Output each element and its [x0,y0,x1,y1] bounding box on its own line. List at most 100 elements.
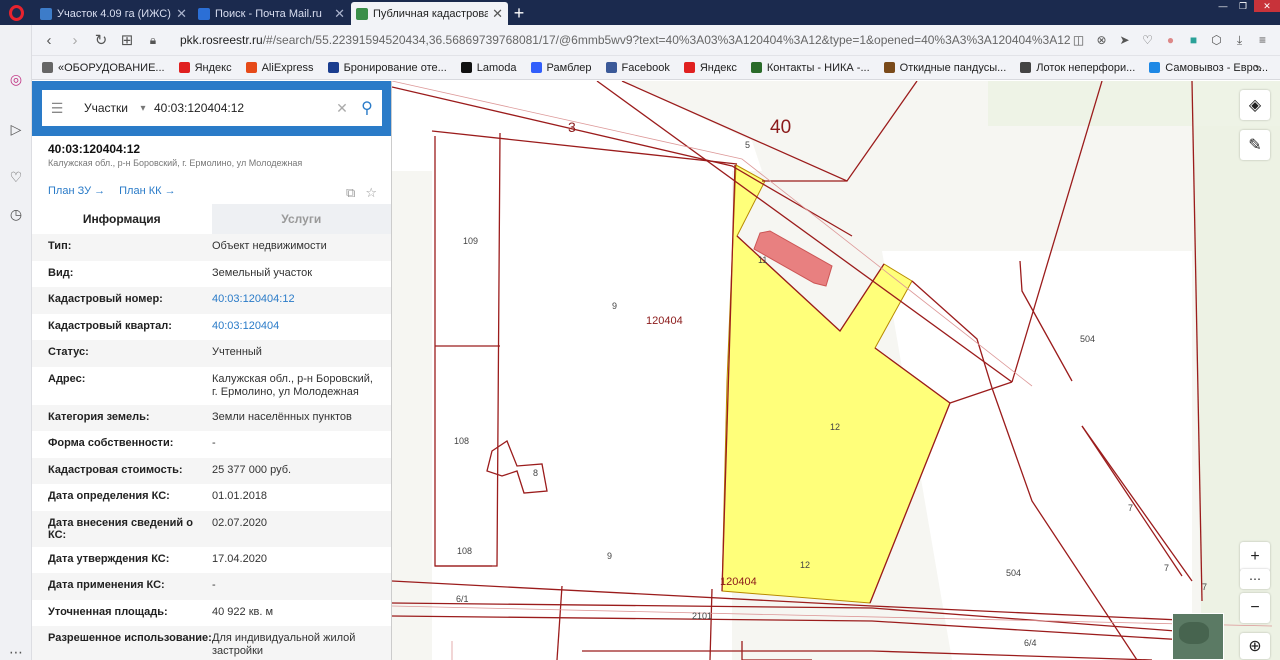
compass-icon[interactable]: ⊕ [1240,633,1270,659]
opera-logo-icon[interactable] [0,0,32,25]
bookmarks-bar: «ОБОРУДОВАНИЕ... Яндекс AliExpress Брониров… [32,56,1280,80]
forward-icon[interactable]: › [62,32,88,49]
download-icon[interactable]: ⤓ [1232,33,1247,48]
tab-information[interactable]: Информация [32,204,212,234]
search-type-select[interactable]: Участки [72,101,132,115]
send-icon[interactable]: ▷ [7,120,25,138]
attribute-row: Дата внесения сведений о КС: 02.07.2020 [32,510,391,547]
map-label: 40 [770,117,791,138]
map-label: 7 [1128,503,1133,513]
bookmark-item[interactable]: Контакты - НИКА -... [750,62,870,74]
settings-sliders-icon[interactable]: ≡ [1255,33,1270,48]
bookmark-item[interactable]: Facebook [605,62,670,74]
block-icon[interactable]: ⊗ [1094,33,1109,48]
url-field[interactable]: pkk.rosreestr.ru/#/search/55.22391594520… [180,33,1071,47]
reload-icon[interactable]: ↻ [88,31,114,49]
menu-icon[interactable]: ☰ [42,100,72,117]
object-address: Калужская обл., р-н Боровский, г. Ермоли… [48,158,303,168]
heart-icon[interactable]: ♡ [7,168,25,186]
attribute-key: Статус: [48,346,89,358]
vpn-icon[interactable]: ● [1163,33,1178,48]
tabs-grid-icon[interactable]: ⊞ [114,31,140,49]
browser-tab-2[interactable]: Поиск - Почта Mail.ru ✕ [193,2,350,25]
bookmark-item[interactable]: «ОБОРУДОВАНИЕ... [42,62,165,74]
map-label: 108 [457,546,472,556]
new-tab-button[interactable]: + [508,2,530,25]
maximize-icon[interactable]: ❐ [1234,0,1252,12]
zoom-out-button[interactable]: − [1240,593,1270,623]
map-label: 504 [1006,568,1021,578]
bookmark-item[interactable]: Бронирование оте... [327,62,447,74]
bookmark-item[interactable]: Лоток неперфори... [1020,62,1135,74]
cadastral-map[interactable]: 40 3 5 109 9 120404 11 12 504 108 8 108 … [392,81,1280,660]
print-search-icon[interactable]: ⧉ [346,185,355,201]
object-number: 40:03:120404:12 [48,142,141,156]
map-label: 11 [758,255,767,265]
bookmarks-more-icon[interactable]: » [1255,60,1262,75]
attribute-row: Статус: Учтенный [32,340,391,367]
plan-links: План ЗУ → План КК → ⧉ ☆ [32,185,391,200]
browser-tab-1[interactable]: Участок 4.09 га (ИЖС) — ✕ [35,2,192,25]
instagram-icon[interactable]: ◎ [7,70,25,88]
bookmark-item[interactable]: Яндекс [178,62,232,74]
attribute-key: Тип: [48,240,72,252]
attribute-row: Дата применения КС: - [32,573,391,600]
bookmark-favicon-icon [245,62,257,73]
bookmark-favicon-icon [605,62,617,73]
tab-favicon-icon [40,7,52,20]
map-label: 6/4 [1024,638,1037,648]
attribute-value-link[interactable]: 40:03:120404:12 [212,293,391,308]
attribute-key: Дата утверждения КС: [48,552,170,565]
satellite-basemap-thumbnail[interactable] [1172,613,1224,660]
rosreestr-favicon-icon [356,7,368,20]
bookmark-item[interactable]: Рамблер [530,62,592,74]
cube-icon[interactable]: ⬡ [1209,33,1224,48]
layers-icon[interactable]: ◈ [1240,90,1270,120]
attribute-value: 25 377 000 руб. [212,463,292,476]
map-label: 6/1 [456,594,469,604]
map-more-icon[interactable]: ⋯ [1240,569,1270,589]
bookmark-item[interactable]: Откидные пандусы... [883,62,1006,74]
bookmark-label: AliExpress [261,61,314,74]
tab-close-icon[interactable]: ✕ [492,6,503,22]
chevron-down-icon[interactable]: ▾ [132,103,154,114]
clear-search-icon[interactable]: ✕ [332,100,352,117]
attribute-value: Земельный участок [212,266,313,279]
tab-close-icon[interactable]: ✕ [176,6,187,22]
browser-tab-3-active[interactable]: Публичная кадастровая к ✕ [351,2,508,25]
object-header: 40:03:120404:12 Калужская обл., р-н Боро… [32,136,391,168]
extension-green-icon[interactable]: ■ [1186,33,1201,48]
tab-close-icon[interactable]: ✕ [334,6,345,22]
attribute-key: Разрешенное использование: [48,632,212,644]
more-dots-icon[interactable]: ⋯ [7,643,25,660]
window-close-icon[interactable]: ✕ [1254,0,1280,12]
bookmark-favicon-icon [1149,62,1161,73]
star-icon[interactable]: ☆ [365,185,377,201]
zoom-in-button[interactable]: + [1240,542,1270,572]
lock-icon: 🔒︎ [149,32,157,47]
bookmark-heart-icon[interactable]: ♡ [1140,33,1155,48]
attribute-key: Адрес: [48,372,86,385]
camera-icon[interactable]: ◫ [1071,33,1086,48]
send-page-icon[interactable]: ➤ [1117,33,1132,48]
attribute-key: Дата внесения сведений о КС: [48,516,193,541]
bookmark-item[interactable]: Яндекс [683,62,737,74]
minimize-icon[interactable]: — [1214,0,1232,12]
bookmark-favicon-icon [42,62,53,73]
bookmark-item[interactable]: Самовывоз - Евро... [1149,62,1268,74]
plan-kk-link[interactable]: План КК → [119,185,175,197]
attribute-value-link[interactable]: 40:03:120404 [212,320,391,335]
search-input[interactable]: 40:03:120404:12 [154,101,332,115]
history-clock-icon[interactable]: ◷ [7,205,25,223]
attribute-row: Адрес: Калужская обл., р-н Боровский, г. … [32,367,391,405]
search-icon[interactable]: ⚲ [352,98,382,118]
plan-zu-link[interactable]: План ЗУ → [48,185,105,197]
tab-title: Поиск - Почта Mail.ru [215,7,322,20]
back-icon[interactable]: ‹ [36,32,62,49]
ruler-icon[interactable]: ✎ [1240,130,1270,160]
mail-favicon-icon [198,7,210,20]
attribute-value: 02.07.2020 [212,516,268,529]
tab-services[interactable]: Услуги [211,204,391,234]
bookmark-item[interactable]: AliExpress [245,61,314,74]
bookmark-item[interactable]: Lamoda [460,62,517,74]
